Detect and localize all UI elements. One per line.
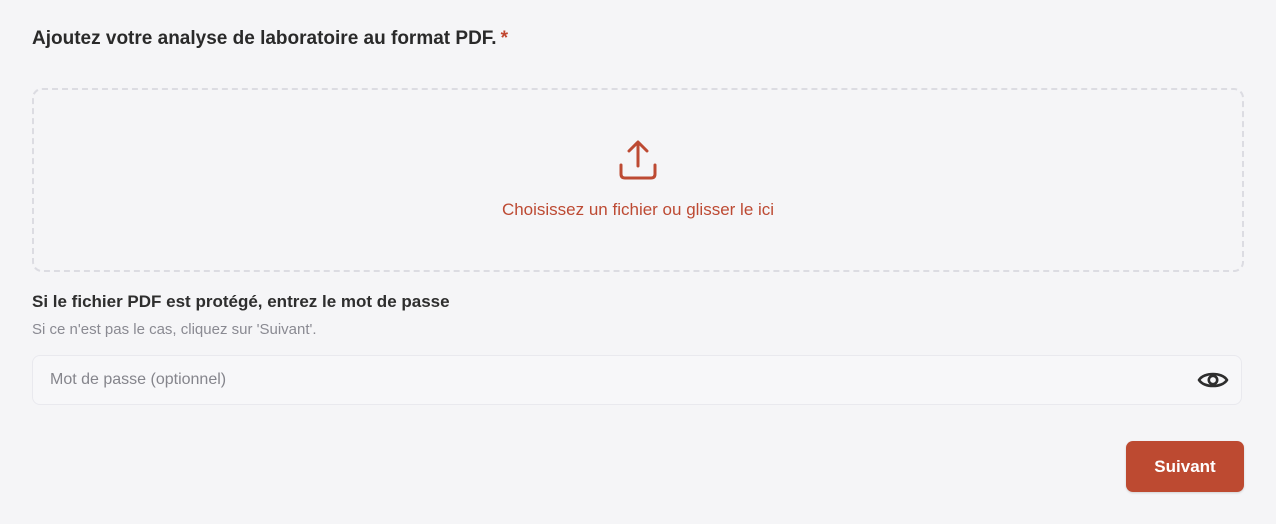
upload-title-text: Ajoutez votre analyse de laboratoire au … [32, 28, 497, 49]
file-dropzone[interactable]: Choisissez un fichier ou glisser le ici [32, 88, 1244, 272]
password-subtext: Si ce n'est pas le cas, cliquez sur 'Sui… [32, 321, 317, 338]
dropzone-label[interactable]: Choisissez un fichier ou glisser le ici [34, 200, 1242, 220]
password-field[interactable] [32, 355, 1242, 405]
password-heading: Si le fichier PDF est protégé, entrez le… [32, 292, 450, 311]
upload-icon [619, 140, 657, 180]
next-button[interactable]: Suivant [1126, 441, 1244, 492]
upload-title: Ajoutez votre analyse de laboratoire au … [32, 28, 508, 50]
eye-icon[interactable] [1197, 367, 1229, 393]
upload-form: Ajoutez votre analyse de laboratoire au … [32, 0, 1244, 524]
password-input[interactable] [50, 356, 1180, 404]
required-indicator: * [500, 28, 508, 49]
